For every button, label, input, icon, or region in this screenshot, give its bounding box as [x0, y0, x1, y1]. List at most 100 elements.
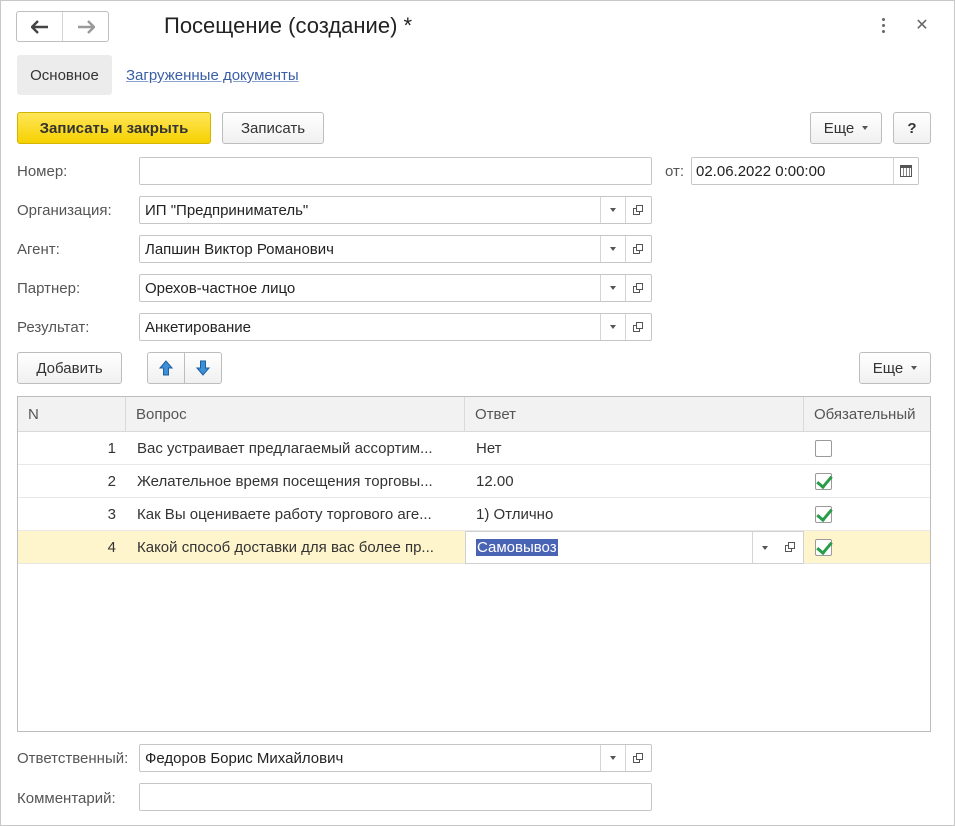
document-window: Посещение (создание) * ✕ Основное Загруж… [0, 0, 955, 826]
row-question: Желательное время посещения торговы... [137, 473, 433, 490]
close-icon[interactable]: ✕ [913, 15, 931, 35]
responsible-value: Федоров Борис Михайлович [145, 749, 344, 767]
add-row-button[interactable]: Добавить [17, 352, 122, 384]
date-field[interactable]: 02.06.2022 0:00:00 [691, 157, 919, 185]
open-icon [633, 752, 644, 764]
comment-label: Комментарий: [17, 790, 116, 807]
partner-dropdown[interactable] [600, 275, 625, 301]
result-open[interactable] [625, 314, 651, 340]
row-answer: 1) Отлично [476, 506, 554, 523]
column-header-question[interactable]: Вопрос [126, 397, 465, 432]
table-row-selected[interactable]: 4 Какой способ доставки для вас более пр… [18, 531, 930, 564]
agent-value: Лапшин Виктор Романович [145, 240, 334, 258]
result-field[interactable]: Анкетирование [139, 313, 652, 341]
save-and-close-button[interactable]: Записать и закрыть [17, 112, 211, 144]
organization-label: Организация: [17, 202, 112, 219]
arrow-right-icon [77, 19, 95, 34]
help-button[interactable]: ? [893, 112, 931, 144]
row-question: Вас устраивает предлагаемый ассортим... [137, 440, 433, 457]
tab-main[interactable]: Основное [17, 55, 112, 95]
column-header-n[interactable]: N [18, 397, 126, 432]
arrow-down-icon [196, 360, 210, 376]
agent-label: Агент: [17, 241, 60, 258]
organization-field[interactable]: ИП "Предприниматель" [139, 196, 652, 224]
answer-edit-value[interactable]: Самовывоз [476, 539, 558, 556]
organization-value: ИП "Предприниматель" [145, 201, 309, 219]
responsible-dropdown[interactable] [600, 745, 625, 771]
open-icon [784, 542, 796, 553]
open-icon [633, 243, 644, 255]
table-more-button[interactable]: Еще [859, 352, 931, 384]
row-number: 3 [107, 506, 116, 523]
organization-open[interactable] [625, 197, 651, 223]
more-actions-icon[interactable] [875, 15, 891, 35]
result-dropdown[interactable] [600, 314, 625, 340]
responsible-open[interactable] [625, 745, 651, 771]
chevron-down-icon [862, 126, 869, 130]
calendar-button[interactable] [893, 158, 918, 184]
row-number: 2 [107, 473, 116, 490]
required-checkbox[interactable] [815, 440, 832, 457]
chevron-down-icon [911, 366, 918, 370]
forward-button[interactable] [62, 12, 108, 41]
chevron-down-icon [610, 286, 616, 290]
organization-dropdown[interactable] [600, 197, 625, 223]
more-button[interactable]: Еще [810, 112, 882, 144]
chevron-down-icon [610, 756, 616, 760]
row-number: 4 [107, 539, 116, 556]
row-number: 1 [107, 440, 116, 457]
required-checkbox[interactable] [815, 539, 832, 556]
responsible-label: Ответственный: [17, 750, 129, 767]
move-up-button[interactable] [147, 352, 185, 384]
partner-value: Орехов-частное лицо [145, 279, 296, 297]
back-button[interactable] [17, 12, 62, 41]
open-icon [633, 204, 644, 216]
row-answer: Нет [476, 440, 502, 457]
partner-field[interactable]: Орехов-частное лицо [139, 274, 652, 302]
row-answer: 12.00 [476, 473, 514, 490]
questions-table: N Вопрос Ответ Обязательный 1 Вас устраи… [17, 396, 931, 732]
arrow-left-icon [30, 19, 48, 34]
partner-label: Партнер: [17, 280, 81, 297]
tab-loaded-documents[interactable]: Загруженные документы [126, 67, 299, 84]
partner-open[interactable] [625, 275, 651, 301]
calendar-icon [900, 165, 912, 177]
window-title: Посещение (создание) * [164, 13, 413, 38]
move-down-button[interactable] [184, 352, 222, 384]
date-label: от: [665, 163, 685, 180]
required-checkbox[interactable] [815, 473, 832, 490]
arrow-up-icon [159, 360, 173, 376]
agent-open[interactable] [625, 236, 651, 262]
agent-field[interactable]: Лапшин Виктор Романович [139, 235, 652, 263]
table-row[interactable]: 1 Вас устраивает предлагаемый ассортим..… [18, 432, 930, 465]
answer-open[interactable] [777, 532, 803, 563]
agent-dropdown[interactable] [600, 236, 625, 262]
table-header: N Вопрос Ответ Обязательный [18, 397, 930, 432]
row-question: Какой способ доставки для вас более пр..… [137, 539, 434, 556]
table-more-label: Еще [872, 359, 904, 377]
number-field[interactable] [139, 157, 652, 185]
row-question: Как Вы оцениваете работу торгового аге..… [137, 506, 432, 523]
answer-edit-field[interactable]: Самовывоз [465, 531, 804, 564]
required-checkbox[interactable] [815, 506, 832, 523]
number-label: Номер: [17, 163, 68, 180]
more-button-label: Еще [823, 119, 855, 137]
chevron-down-icon [610, 208, 616, 212]
open-icon [633, 282, 644, 294]
result-label: Результат: [17, 319, 90, 336]
chevron-down-icon [762, 545, 768, 550]
result-value: Анкетирование [145, 318, 251, 336]
column-header-required[interactable]: Обязательный [804, 397, 930, 432]
table-row[interactable]: 3 Как Вы оцениваете работу торгового аге… [18, 498, 930, 531]
open-icon [633, 321, 644, 333]
date-value: 02.06.2022 0:00:00 [696, 162, 826, 180]
navigation-buttons [16, 11, 109, 42]
answer-dropdown[interactable] [752, 532, 777, 563]
table-row[interactable]: 2 Желательное время посещения торговы...… [18, 465, 930, 498]
chevron-down-icon [610, 325, 616, 329]
save-button[interactable]: Записать [222, 112, 324, 144]
column-header-answer[interactable]: Ответ [465, 397, 804, 432]
chevron-down-icon [610, 247, 616, 251]
responsible-field[interactable]: Федоров Борис Михайлович [139, 744, 652, 772]
comment-field[interactable] [139, 783, 652, 811]
